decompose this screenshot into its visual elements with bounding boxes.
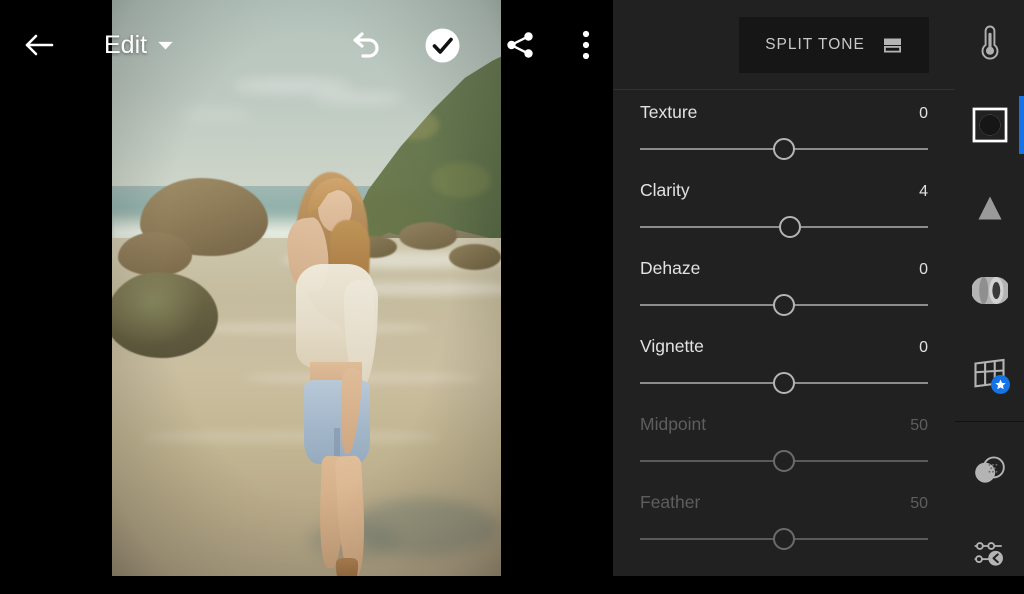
slider-value: 0 xyxy=(919,105,928,122)
slider-header: Dehaze 0 xyxy=(640,258,928,279)
edited-photo[interactable] xyxy=(112,0,501,576)
more-vertical-icon xyxy=(582,30,590,60)
slider-knob xyxy=(773,450,795,472)
subject-foot xyxy=(336,558,358,576)
optics-lens-icon xyxy=(971,277,1008,304)
slider-value: 0 xyxy=(919,261,928,278)
presets-previous-icon xyxy=(974,541,1003,566)
split-tone-button[interactable]: SPLIT TONE xyxy=(739,17,929,73)
slider-knob[interactable] xyxy=(778,216,801,238)
photo-foliage xyxy=(431,162,491,198)
slider-value: 50 xyxy=(910,495,928,512)
slider-value: 50 xyxy=(910,417,928,434)
slider-header: Vignette 0 xyxy=(640,336,928,357)
star-icon xyxy=(995,379,1006,390)
check-circle-icon xyxy=(425,28,460,63)
rail-item-effects[interactable] xyxy=(955,83,1024,166)
back-button[interactable] xyxy=(20,26,58,64)
slider-header: Clarity 4 xyxy=(640,180,928,201)
back-arrow-icon xyxy=(25,34,54,56)
share-button[interactable] xyxy=(503,28,537,62)
slider-knob[interactable] xyxy=(773,138,795,160)
share-icon xyxy=(507,32,533,58)
slider-knob xyxy=(773,528,795,550)
slider-value: 0 xyxy=(919,339,928,356)
slider-track-area[interactable] xyxy=(640,294,928,316)
photo-rock xyxy=(449,244,501,270)
split-tone-label: SPLIT TONE xyxy=(765,36,865,53)
photo-canvas-area: Edit xyxy=(0,0,613,576)
rail-item-detail[interactable] xyxy=(955,166,1024,249)
detail-triangle-icon xyxy=(977,195,1002,220)
slider-track-area xyxy=(640,528,928,550)
undo-button[interactable] xyxy=(346,26,384,64)
healing-brush-icon xyxy=(975,455,1005,483)
slider-feather: Feather 50 xyxy=(613,480,955,558)
photo-rock xyxy=(118,232,192,276)
rail-item-optics[interactable] xyxy=(955,249,1024,332)
color-thermometer-icon xyxy=(981,25,998,60)
more-options-button[interactable] xyxy=(574,26,598,64)
slider-track-area[interactable] xyxy=(640,138,928,160)
rail-divider xyxy=(955,421,1024,422)
slider-label: Vignette xyxy=(640,336,704,356)
slider-knob[interactable] xyxy=(773,372,795,394)
undo-icon xyxy=(353,32,379,58)
slider-label: Feather xyxy=(640,492,701,512)
slider-track-area[interactable] xyxy=(640,372,928,394)
photo-rock xyxy=(399,222,457,250)
rail-item-color[interactable] xyxy=(955,0,1024,83)
photo-subject xyxy=(278,172,398,576)
rail-item-presets[interactable] xyxy=(955,511,1024,594)
slider-label: Midpoint xyxy=(640,414,707,434)
premium-badge xyxy=(991,375,1010,394)
rail-item-geometry[interactable] xyxy=(955,332,1024,415)
slider-dehaze[interactable]: Dehaze 0 xyxy=(613,246,955,324)
done-button[interactable] xyxy=(424,27,461,64)
panel-header: SPLIT TONE xyxy=(613,0,955,90)
photo-cloud xyxy=(182,110,252,120)
edit-panel: SPLIT TONE Texture 0 Clarity 4 Dehaze 0 … xyxy=(613,0,955,576)
effects-icon xyxy=(972,107,1007,142)
photo-cloud xyxy=(232,78,352,94)
app-root: Edit SPLIT TONE Texture 0 Clarity 4 Deha… xyxy=(0,0,1024,576)
split-tone-icon xyxy=(882,35,903,56)
slider-label: Dehaze xyxy=(640,258,701,278)
page-title: Edit xyxy=(104,31,148,59)
active-indicator xyxy=(1019,95,1024,154)
chevron-down-icon xyxy=(158,41,173,50)
slider-midpoint: Midpoint 50 xyxy=(613,402,955,480)
slider-header: Texture 0 xyxy=(640,102,928,123)
slider-knob[interactable] xyxy=(773,294,795,316)
slider-header: Feather 50 xyxy=(640,492,928,513)
slider-label: Texture xyxy=(640,102,698,122)
slider-track-area[interactable] xyxy=(640,216,928,238)
slider-vignette[interactable]: Vignette 0 xyxy=(613,324,955,402)
slider-texture[interactable]: Texture 0 xyxy=(613,90,955,168)
rail-item-healing[interactable] xyxy=(955,428,1024,511)
slider-clarity[interactable]: Clarity 4 xyxy=(613,168,955,246)
screen-title-dropdown[interactable]: Edit xyxy=(104,30,173,60)
photo-cloud xyxy=(312,92,402,104)
slider-value: 4 xyxy=(919,183,928,200)
slider-track-area xyxy=(640,450,928,472)
slider-header: Midpoint 50 xyxy=(640,414,928,435)
slider-list: Texture 0 Clarity 4 Dehaze 0 Vignette 0 … xyxy=(613,90,955,558)
slider-label: Clarity xyxy=(640,180,690,200)
tool-rail xyxy=(955,0,1024,576)
